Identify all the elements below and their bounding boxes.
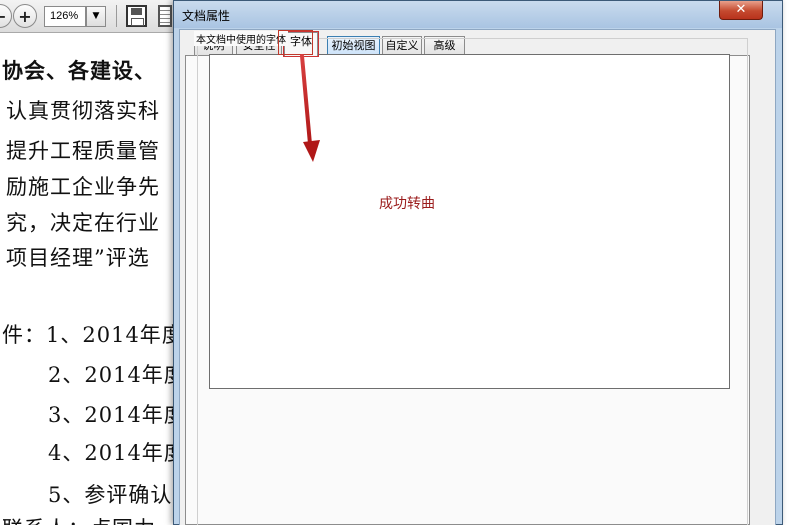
annotation-arrow-icon [300, 54, 320, 162]
